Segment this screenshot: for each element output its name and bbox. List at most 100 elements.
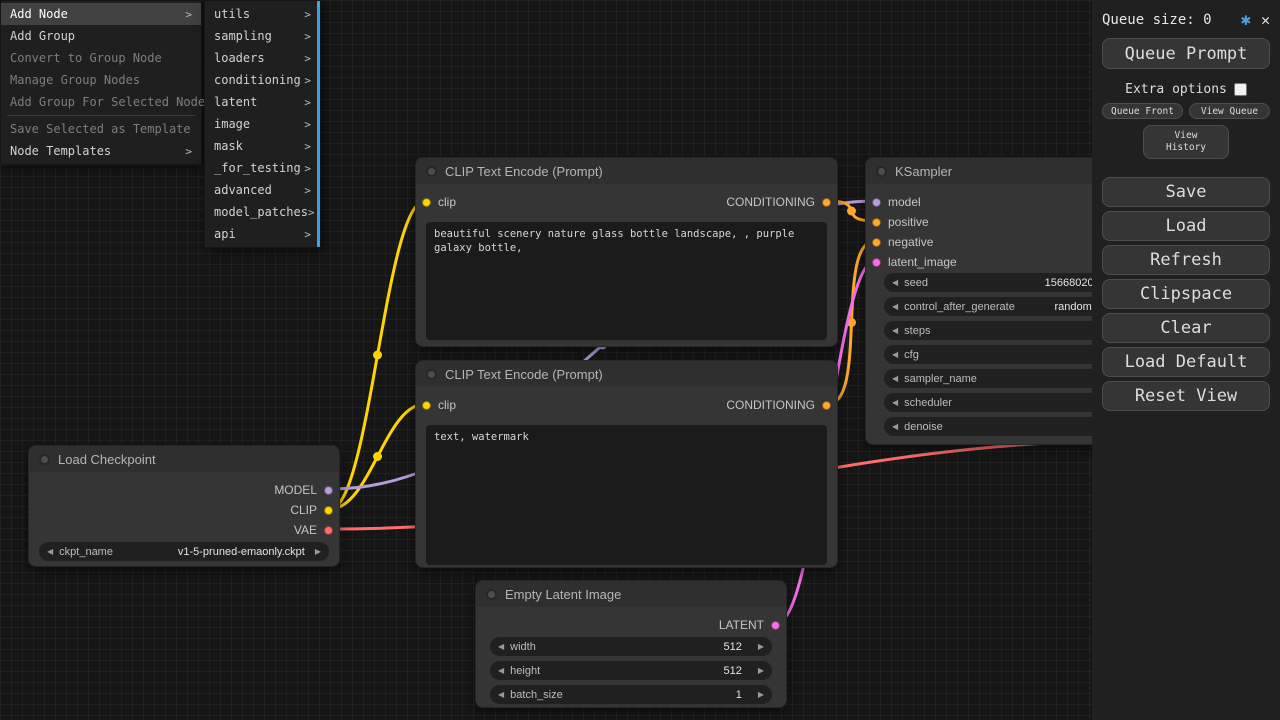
submenu-arrow-icon: >	[304, 184, 311, 197]
submenu-item-for-testing[interactable]: _for_testing >	[205, 157, 320, 179]
decrement-arrow-icon[interactable]: ◀	[498, 691, 504, 699]
decrement-arrow-icon[interactable]: ◀	[47, 548, 53, 556]
batch-size-widget[interactable]: ◀ batch_size 1 ▶	[490, 685, 772, 704]
decrement-arrow-icon[interactable]: ◀	[892, 279, 898, 287]
input-port-negative[interactable]	[872, 238, 881, 247]
queue-front-button[interactable]: Queue Front	[1102, 103, 1183, 119]
submenu-item-label: latent	[214, 95, 257, 109]
height-widget[interactable]: ◀ height 512 ▶	[490, 661, 772, 680]
node-clip-text-encode-negative[interactable]: CLIP Text Encode (Prompt) clip CONDITION…	[415, 360, 838, 568]
menu-item-add-node[interactable]: Add Node >	[1, 3, 201, 25]
decrement-arrow-icon[interactable]: ◀	[892, 423, 898, 431]
node-load-checkpoint[interactable]: Load Checkpoint MODEL CLIP VAE ◀ ckpt_na…	[28, 445, 340, 567]
decrement-arrow-icon[interactable]: ◀	[892, 351, 898, 359]
menu-item-label: Manage Group Nodes	[10, 73, 140, 87]
input-label-latent-image: latent_image	[888, 255, 957, 269]
wire-midpoint-dot-cond1-to-positive	[847, 207, 856, 216]
load-default-button[interactable]: Load Default	[1102, 347, 1270, 377]
increment-arrow-icon[interactable]: ▶	[315, 548, 321, 556]
widget-name: width	[510, 641, 536, 653]
widget-value: v1-5-pruned-emaonly.ckpt	[178, 546, 305, 558]
wire-clip-to-prompt2	[330, 404, 425, 509]
close-icon[interactable]: ✕	[1261, 11, 1270, 29]
increment-arrow-icon[interactable]: ▶	[758, 667, 764, 675]
output-port-clip[interactable]	[324, 506, 333, 515]
input-port-model[interactable]	[872, 198, 881, 207]
collapse-dot-icon[interactable]	[426, 369, 437, 380]
input-port-positive[interactable]	[872, 218, 881, 227]
widget-name: seed	[904, 277, 928, 289]
input-port-clip[interactable]	[422, 198, 431, 207]
widget-name: steps	[904, 325, 930, 337]
prompt-textarea[interactable]: text, watermark	[426, 425, 827, 565]
submenu-item-conditioning[interactable]: conditioning >	[205, 69, 320, 91]
submenu-arrow-icon: >	[304, 140, 311, 153]
submenu-item-label: loaders	[214, 51, 265, 65]
submenu-item-latent[interactable]: latent >	[205, 91, 320, 113]
collapse-dot-icon[interactable]	[486, 589, 497, 600]
refresh-button[interactable]: Refresh	[1102, 245, 1270, 275]
input-port-latent-image[interactable]	[872, 258, 881, 267]
submenu-item-sampling[interactable]: sampling >	[205, 25, 320, 47]
widget-value: 512	[723, 665, 741, 677]
submenu-item-image[interactable]: image >	[205, 113, 320, 135]
view-history-button[interactable]: View History	[1143, 125, 1229, 159]
submenu-arrow-icon: >	[185, 145, 192, 158]
width-widget[interactable]: ◀ width 512 ▶	[490, 637, 772, 656]
decrement-arrow-icon[interactable]: ◀	[892, 327, 898, 335]
node-title: Empty Latent Image	[505, 587, 621, 602]
decrement-arrow-icon[interactable]: ◀	[892, 399, 898, 407]
node-clip-text-encode-positive[interactable]: CLIP Text Encode (Prompt) clip CONDITION…	[415, 157, 838, 347]
node-title-bar[interactable]: CLIP Text Encode (Prompt)	[416, 361, 837, 387]
output-port-latent[interactable]	[771, 621, 780, 630]
output-port-model[interactable]	[324, 486, 333, 495]
submenu-item-model-patches[interactable]: model_patches >	[205, 201, 320, 223]
ckpt-name-widget[interactable]: ◀ ckpt_name v1-5-pruned-emaonly.ckpt ▶	[39, 542, 329, 561]
extra-options-checkbox[interactable]	[1234, 83, 1247, 96]
view-queue-button[interactable]: View Queue	[1189, 103, 1270, 119]
submenu-arrow-icon: >	[304, 96, 311, 109]
wire-midpoint-dot-clip-to-prompt1	[373, 351, 382, 360]
submenu-item-api[interactable]: api >	[205, 223, 320, 245]
save-button[interactable]: Save	[1102, 177, 1270, 207]
settings-gear-icon[interactable]: ✱	[1241, 10, 1251, 30]
input-port-clip[interactable]	[422, 401, 431, 410]
submenu-item-utils[interactable]: utils >	[205, 3, 320, 25]
decrement-arrow-icon[interactable]: ◀	[892, 303, 898, 311]
node-empty-latent-image[interactable]: Empty Latent Image LATENT ◀ width 512 ▶ …	[475, 580, 787, 708]
menu-item-label: Add Group	[10, 29, 75, 43]
reset-view-button[interactable]: Reset View	[1102, 381, 1270, 411]
widget-name: sampler_name	[904, 373, 977, 385]
collapse-dot-icon[interactable]	[39, 454, 50, 465]
submenu-item-advanced[interactable]: advanced >	[205, 179, 320, 201]
output-port-vae[interactable]	[324, 526, 333, 535]
output-label-latent: LATENT	[719, 618, 764, 632]
decrement-arrow-icon[interactable]: ◀	[498, 643, 504, 651]
submenu-item-loaders[interactable]: loaders >	[205, 47, 320, 69]
output-port-conditioning[interactable]	[822, 198, 831, 207]
decrement-arrow-icon[interactable]: ◀	[892, 375, 898, 383]
increment-arrow-icon[interactable]: ▶	[758, 691, 764, 699]
graph-canvas[interactable]: Load Checkpoint MODEL CLIP VAE ◀ ckpt_na…	[0, 0, 1280, 720]
collapse-dot-icon[interactable]	[426, 166, 437, 177]
menu-item-node-templates[interactable]: Node Templates >	[1, 140, 201, 162]
menu-item-add-group[interactable]: Add Group	[1, 25, 201, 47]
submenu-item-mask[interactable]: mask >	[205, 135, 320, 157]
node-title-bar[interactable]: CLIP Text Encode (Prompt)	[416, 158, 837, 184]
input-label-positive: positive	[888, 215, 929, 229]
menu-separator	[7, 115, 195, 116]
clipspace-button[interactable]: Clipspace	[1102, 279, 1270, 309]
node-title-bar[interactable]: Empty Latent Image	[476, 581, 786, 607]
widget-name: denoise	[904, 421, 943, 433]
widget-value: 512	[723, 641, 741, 653]
clear-button[interactable]: Clear	[1102, 313, 1270, 343]
queue-prompt-button[interactable]: Queue Prompt	[1102, 38, 1270, 69]
prompt-textarea[interactable]: beautiful scenery nature glass bottle la…	[426, 222, 827, 340]
collapse-dot-icon[interactable]	[876, 166, 887, 177]
load-button[interactable]: Load	[1102, 211, 1270, 241]
increment-arrow-icon[interactable]: ▶	[758, 643, 764, 651]
decrement-arrow-icon[interactable]: ◀	[498, 667, 504, 675]
comfy-menu-panel: Queue size: 0 ✱ ✕ Queue Prompt Extra opt…	[1092, 0, 1280, 720]
node-title-bar[interactable]: Load Checkpoint	[29, 446, 339, 472]
output-port-conditioning[interactable]	[822, 401, 831, 410]
